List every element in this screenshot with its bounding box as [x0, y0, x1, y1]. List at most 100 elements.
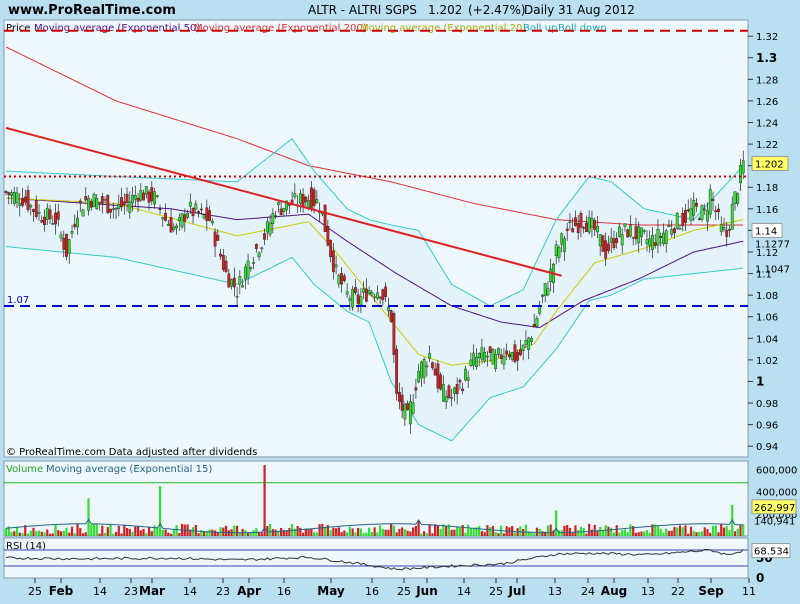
candle-body	[131, 194, 134, 204]
x-tick-label: 13	[548, 585, 562, 598]
candle-body	[472, 352, 476, 366]
volume-bar	[178, 532, 181, 536]
candle-body	[598, 234, 602, 247]
candle-body	[576, 223, 580, 234]
volume-bar	[626, 532, 629, 536]
volume-bar	[288, 528, 291, 536]
volume-bar	[720, 524, 723, 536]
volume-bar	[125, 527, 129, 536]
candle-body	[505, 350, 509, 355]
volume-bar	[678, 525, 682, 536]
volume-bar	[643, 531, 646, 536]
volume-bar	[681, 527, 684, 536]
candle-body	[422, 359, 426, 378]
candle-body	[161, 217, 165, 220]
volume-bar	[403, 529, 406, 536]
candle-body	[213, 231, 217, 247]
candle-body	[81, 209, 85, 217]
volume-bar	[357, 527, 360, 536]
volume-bar	[257, 532, 261, 536]
candle-body	[711, 199, 715, 201]
x-tick-label: 23	[124, 585, 138, 598]
price-tick-label: 1.24	[756, 119, 778, 130]
volume-bar	[101, 525, 104, 536]
volume-bar	[150, 531, 153, 536]
volume-bar	[610, 527, 613, 536]
candle-body	[221, 254, 225, 270]
volume-bar	[524, 524, 528, 536]
volume-bar	[65, 527, 68, 536]
candle-body	[164, 212, 167, 221]
volume-bar	[588, 523, 591, 536]
price-tick-label: 1.28	[756, 75, 778, 86]
x-tick-label: 13	[641, 585, 655, 598]
candle-body	[48, 209, 52, 220]
candle-body	[678, 228, 682, 230]
volume-bar	[450, 529, 453, 536]
candle-body	[293, 193, 297, 198]
x-tick-label: 14	[457, 585, 471, 598]
volume-bar	[153, 525, 156, 536]
volume-bar	[461, 525, 464, 536]
candle-body	[714, 210, 718, 213]
candle-body	[67, 239, 71, 254]
volume-bar	[40, 531, 43, 536]
volume-bar	[90, 524, 93, 536]
volume-bar	[401, 527, 404, 536]
candle-body	[593, 220, 597, 230]
candle-body	[475, 357, 478, 367]
volume-bar	[431, 533, 434, 536]
candle-body	[543, 283, 547, 296]
candle-body	[254, 244, 258, 249]
volume-bar	[563, 525, 566, 536]
volume-bar	[728, 529, 731, 536]
volume-bar	[365, 532, 368, 536]
candle-body	[733, 191, 737, 204]
candle-body	[373, 296, 377, 298]
candle-body	[400, 394, 404, 411]
candle-body	[353, 287, 357, 294]
volume-bar	[131, 531, 134, 536]
candle-body	[78, 200, 82, 204]
volume-bar	[4, 528, 8, 536]
candle-body	[304, 196, 308, 203]
candle-body	[557, 247, 561, 259]
candle-body	[117, 204, 121, 210]
volume-bar	[103, 533, 107, 536]
candle-body	[662, 232, 665, 244]
candle-body	[469, 359, 473, 366]
candle-body	[197, 211, 200, 214]
volume-bar	[480, 531, 484, 536]
volume-bar	[59, 531, 63, 536]
volume-bar	[343, 530, 346, 536]
volume-bar	[263, 465, 266, 536]
volume-bar	[324, 526, 327, 536]
rsi-value-label: 68.534	[754, 547, 789, 558]
volume-bar	[362, 533, 365, 536]
candle-body	[697, 218, 701, 220]
candle-body	[92, 193, 96, 207]
candle-body	[521, 344, 525, 351]
volume-bar	[68, 532, 71, 536]
volume-legend: Volume Moving average (Exponential 15)	[6, 464, 212, 475]
volume-bar	[37, 530, 41, 536]
volume-bar	[472, 528, 475, 536]
candle-body	[260, 247, 264, 250]
candle-body	[10, 192, 13, 196]
price-tick-label: 1.26	[756, 97, 778, 108]
legend-ema200: Moving average (Exponential 200)	[194, 23, 367, 34]
volume-bar	[541, 531, 544, 536]
volume-bar	[87, 498, 90, 536]
candle-body	[158, 208, 162, 211]
candle-body	[139, 190, 143, 201]
x-tick-label: 14	[93, 585, 107, 598]
candle-body	[494, 354, 498, 370]
volume-bar	[54, 523, 57, 536]
candle-body	[62, 237, 66, 250]
candle-body	[430, 362, 434, 369]
candle-body	[232, 277, 236, 288]
x-tick-label: Jun	[415, 584, 438, 598]
candle-body	[331, 250, 335, 273]
candle-body	[620, 234, 624, 246]
candle-body	[428, 353, 432, 359]
